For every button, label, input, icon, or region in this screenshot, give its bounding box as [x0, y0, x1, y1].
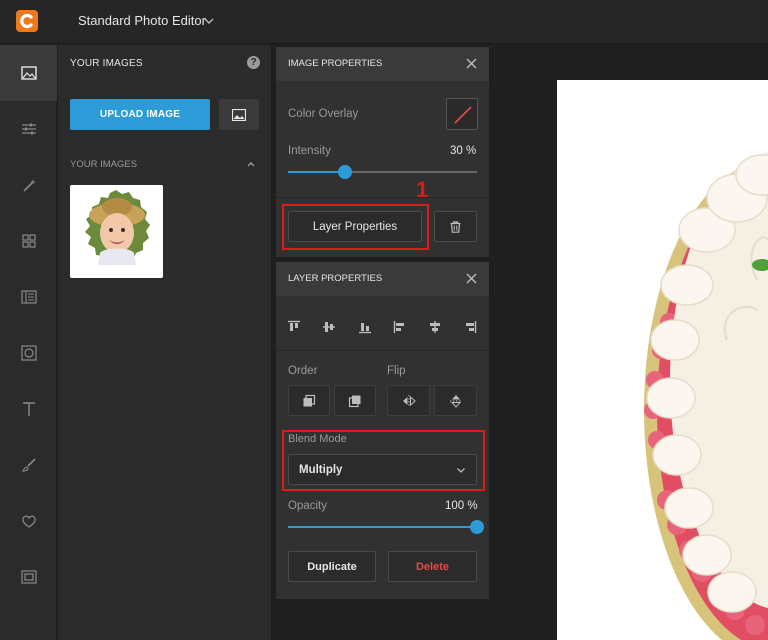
duplicate-button[interactable]: Duplicate [288, 551, 376, 582]
delete-button[interactable]: Delete [388, 551, 477, 582]
tool-rail [0, 45, 57, 640]
image-icon [20, 66, 37, 80]
align-top-icon[interactable] [287, 320, 301, 334]
chevron-up-icon[interactable] [246, 159, 256, 169]
canvas-area [490, 45, 768, 640]
layout-icon [20, 290, 37, 304]
close-icon[interactable] [465, 57, 478, 70]
rail-item-images[interactable] [0, 45, 57, 101]
align-right-icon[interactable] [463, 320, 477, 334]
slider-knob[interactable] [337, 165, 352, 179]
text-icon [22, 402, 35, 416]
delete-image-button[interactable] [434, 211, 477, 242]
highlight-box-1 [282, 204, 429, 250]
no-color-icon [454, 106, 472, 124]
bring-forward-icon [348, 395, 361, 407]
order-label: Order [288, 365, 318, 377]
divider [276, 350, 489, 351]
grid-icon [21, 234, 36, 248]
flip-horizontal-icon [402, 394, 416, 407]
color-overlay-label: Color Overlay [288, 108, 359, 120]
color-overlay-swatch[interactable] [446, 98, 478, 130]
image-canvas[interactable] [557, 80, 768, 640]
alignment-toolbar [276, 320, 489, 342]
align-bottom-icon[interactable] [358, 320, 372, 334]
flip-horizontal-button[interactable] [387, 385, 430, 416]
top-bar: Standard Photo Editor [0, 0, 768, 44]
slider-fill [288, 171, 345, 173]
rail-item-effects[interactable] [0, 157, 57, 213]
app-logo-icon[interactable] [16, 10, 38, 32]
images-subheading: YOUR IMAGES [70, 159, 138, 170]
image-library-button[interactable] [219, 99, 259, 130]
send-backward-icon [303, 394, 316, 406]
brush-icon [21, 458, 36, 472]
intensity-value: 30 % [450, 145, 477, 157]
frame-icon [20, 345, 37, 361]
panel-title: LAYER PROPERTIES [288, 273, 383, 284]
child-photo-thumbnail [70, 185, 163, 278]
divider [276, 197, 489, 198]
slider-fill [288, 526, 477, 528]
rail-item-adjust[interactable] [0, 101, 57, 157]
align-middle-icon[interactable] [322, 320, 336, 334]
rail-item-text[interactable] [0, 381, 57, 437]
align-center-icon[interactable] [428, 320, 442, 334]
your-images-panel: YOUR IMAGES ? UPLOAD IMAGE YOUR IMAGES [58, 45, 271, 640]
intensity-label: Intensity [288, 145, 331, 157]
cake-image [557, 80, 768, 640]
rail-item-stickers[interactable] [0, 493, 57, 549]
rail-item-draw[interactable] [0, 437, 57, 493]
flip-vertical-icon [449, 394, 462, 408]
highlight-box-2 [282, 430, 485, 491]
panel-heading: YOUR IMAGES [70, 58, 143, 69]
annotation-marker-1: 1 [416, 177, 429, 202]
bring-forward-button[interactable] [334, 385, 376, 416]
upload-image-button[interactable]: UPLOAD IMAGE [70, 99, 210, 130]
flip-label: Flip [387, 365, 406, 377]
close-icon[interactable] [465, 272, 478, 285]
panel-header: LAYER PROPERTIES [276, 262, 489, 296]
rail-item-frames[interactable] [0, 325, 57, 381]
flip-vertical-button[interactable] [434, 385, 477, 416]
sliders-icon [21, 123, 36, 135]
opacity-label: Opacity [288, 500, 327, 512]
align-left-icon[interactable] [393, 320, 407, 334]
help-icon[interactable]: ? [247, 56, 260, 69]
heart-icon [21, 515, 36, 528]
rail-item-collage[interactable] [0, 213, 57, 269]
panel-title: IMAGE PROPERTIES [288, 58, 383, 69]
chevron-down-icon[interactable] [203, 15, 215, 27]
image-thumbnail[interactable] [70, 185, 163, 278]
panel-header: IMAGE PROPERTIES [276, 47, 489, 81]
opacity-value: 100 % [445, 500, 478, 512]
send-backward-button[interactable] [288, 385, 330, 416]
rail-item-templates[interactable] [0, 269, 57, 325]
trash-icon [450, 220, 461, 233]
border-icon [20, 570, 37, 584]
image-icon [232, 108, 246, 121]
app-title[interactable]: Standard Photo Editor [78, 13, 206, 28]
rail-item-borders[interactable] [0, 549, 57, 605]
slider-knob[interactable] [470, 520, 484, 534]
magic-wand-icon [22, 179, 36, 192]
